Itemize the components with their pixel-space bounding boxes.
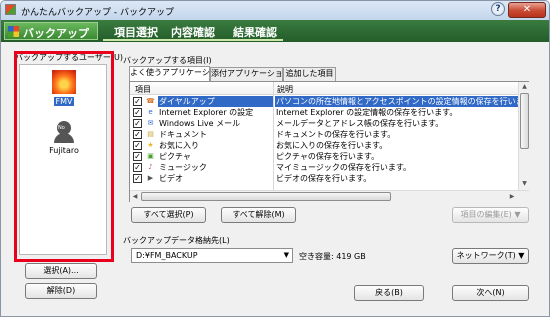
logo-text: バックアップ <box>23 27 89 40</box>
list-item[interactable]: ✓ ★ お気に入り お気に入りの保存を行います。 <box>130 140 518 151</box>
users-highlight <box>14 51 114 262</box>
tab-common-apps[interactable]: よく使うアプリケーション <box>129 66 226 81</box>
item-description: ドキュメントの保存を行います。 <box>276 130 396 139</box>
logo-mark-icon <box>8 26 19 37</box>
vertical-scrollbar[interactable]: ▲ ▼ <box>518 82 529 190</box>
list-header: 項目 説明 <box>130 82 518 95</box>
item-name: ドキュメント <box>159 130 207 139</box>
item-description: ビデオの保存を行います。 <box>276 174 372 183</box>
item-checkbox[interactable]: ✓ <box>133 163 142 172</box>
item-name: お気に入り <box>159 141 199 150</box>
step-underline <box>103 39 283 41</box>
dialup-icon: ☎ <box>146 97 155 105</box>
title-bar: かんたんバックアップ - バックアップ ? ✕ <box>1 1 549 20</box>
destination-select[interactable]: D:¥FM_BACKUP ▼ <box>131 248 293 263</box>
user-select-button[interactable]: 選択(A)... <box>25 263 97 279</box>
destination-label: バックアップデータ格納先(L) <box>123 236 230 245</box>
select-all-button[interactable]: すべて選択(P) <box>131 207 206 223</box>
scroll-thumb[interactable] <box>520 93 529 149</box>
column-header-item[interactable]: 項目 <box>135 84 151 95</box>
star-icon: ★ <box>147 141 154 149</box>
item-description: パソコンの所在地情報とアクセスポイントの設定情報の保存を行います。 <box>275 96 518 107</box>
scroll-right-icon[interactable]: ▶ <box>507 192 517 202</box>
user-deselect-button[interactable]: 解除(D) <box>25 283 97 299</box>
item-name: ミュージック <box>159 163 207 172</box>
next-button[interactable]: 次へ(N) <box>452 285 529 301</box>
tab-bundled-apps[interactable]: 添付アプリケーション <box>210 67 291 81</box>
video-icon: ▶ <box>147 174 154 182</box>
item-description: ピクチャの保存を行います。 <box>276 152 380 161</box>
item-checkbox[interactable]: ✓ <box>133 119 142 128</box>
list-item[interactable]: ✓ ▶ ビデオ ビデオの保存を行います。 <box>130 173 518 184</box>
item-checkbox[interactable]: ✓ <box>133 108 142 117</box>
music-icon: ♪ <box>148 163 153 171</box>
item-description: Internet Explorer の設定情報の保存を行います。 <box>276 108 458 117</box>
item-name: ダイヤルアップ <box>158 96 273 107</box>
scroll-up-icon[interactable]: ▲ <box>520 82 529 92</box>
items-label: バックアップする項目(I) <box>123 56 212 65</box>
free-space: 空き容量: 419 GB <box>299 252 366 261</box>
back-button[interactable]: 戻る(B) <box>354 285 424 301</box>
list-item[interactable]: ✓ ▣ ピクチャ ピクチャの保存を行います。 <box>130 151 518 162</box>
item-checkbox[interactable]: ✓ <box>133 141 142 150</box>
item-description: マイミュージックの保存を行います。 <box>276 163 412 172</box>
wlmail-icon: ✉ <box>147 119 154 127</box>
window-title: かんたんバックアップ - バックアップ <box>21 8 174 18</box>
help-button[interactable]: ? <box>491 2 505 16</box>
app-logo: バックアップ <box>4 22 98 40</box>
list-item[interactable]: ✓ ☎ ダイヤルアップ パソコンの所在地情報とアクセスポイントの設定情報の保存を行いま… <box>130 96 518 107</box>
horizontal-scrollbar[interactable]: ◀ ▶ <box>130 190 529 202</box>
item-description: お気に入りの保存を行います。 <box>276 141 388 150</box>
list-item[interactable]: ✓ ♪ ミュージック マイミュージックの保存を行います。 <box>130 162 518 173</box>
step-result: 結果確認 <box>233 26 277 39</box>
destination-value: D:¥FM_BACKUP <box>136 251 198 260</box>
item-checkbox[interactable]: ✓ <box>133 174 142 183</box>
item-checkbox[interactable]: ✓ <box>133 152 142 161</box>
app-window: かんたんバックアップ - バックアップ ? ✕ バックアップ 項目選択 内容確認… <box>0 0 550 317</box>
chevron-down-icon: ▼ <box>283 251 289 259</box>
close-button[interactable]: ✕ <box>508 2 546 18</box>
item-description: メールデータとアドレス帳の保存を行います。 <box>276 119 444 128</box>
folder-icon: ▤ <box>147 130 154 138</box>
step-confirm: 内容確認 <box>171 26 215 39</box>
ie-icon: e <box>148 108 153 116</box>
deselect-all-button[interactable]: すべて解除(M) <box>221 207 296 223</box>
scroll-left-icon[interactable]: ◀ <box>130 192 140 202</box>
items-list[interactable]: 項目 説明 ✓ ☎ ダイヤルアップ パソコンの所在地情報とアクセスポイントの設定情報の… <box>129 81 529 202</box>
scroll-down-icon[interactable]: ▼ <box>520 179 529 189</box>
list-item[interactable]: ✓ ✉ Windows Live メール メールデータとアドレス帳の保存を行います。 <box>130 118 518 129</box>
list-item[interactable]: ✓ ▤ ドキュメント ドキュメントの保存を行います。 <box>130 129 518 140</box>
tab-added-items[interactable]: 追加した項目 <box>283 67 336 81</box>
item-checkbox[interactable]: ✓ <box>133 130 142 139</box>
network-button[interactable]: ネットワーク(T) ▼ <box>452 248 529 264</box>
hscroll-thumb[interactable] <box>141 192 391 201</box>
app-icon <box>5 4 16 15</box>
item-checkbox[interactable]: ✓ <box>133 97 142 106</box>
item-name: ビデオ <box>159 174 183 183</box>
edit-items-button[interactable]: 項目の編集(E) ▼ <box>452 207 529 223</box>
column-header-description[interactable]: 説明 <box>277 84 293 95</box>
list-item[interactable]: ✓ e Internet Explorer の設定 Internet Explorer… <box>130 107 518 118</box>
item-name: Windows Live メール <box>159 119 241 128</box>
item-name: Internet Explorer の設定 <box>159 108 254 117</box>
picture-icon: ▣ <box>147 152 154 160</box>
item-name: ピクチャ <box>159 152 191 161</box>
main-panel: バックアップするユーザー(U) FMV No Fujitaro 選択(A)...… <box>1 42 549 316</box>
step-item-select: 項目選択 <box>114 26 158 39</box>
